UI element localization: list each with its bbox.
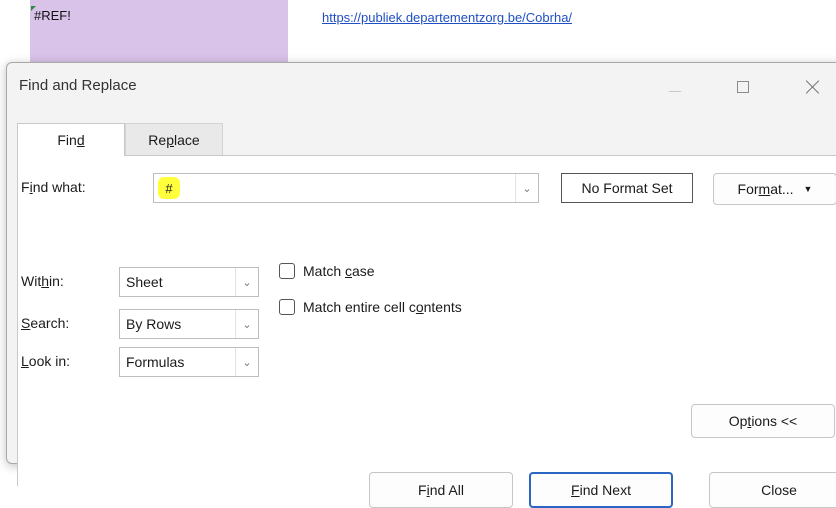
- within-select[interactable]: Sheet ⌄: [119, 267, 259, 297]
- search-value: By Rows: [126, 316, 182, 332]
- find-all-label: Find All: [418, 482, 464, 498]
- find-what-combobox[interactable]: # ⌄: [153, 173, 539, 203]
- format-preview: No Format Set: [561, 173, 693, 203]
- match-entire-option[interactable]: Match entire cell contents: [279, 299, 462, 315]
- sheet-cell-error-text: #REF!: [31, 6, 71, 23]
- chevron-down-icon[interactable]: ⌄: [235, 268, 258, 296]
- close-button[interactable]: Close: [709, 472, 836, 508]
- within-label: Within:: [21, 273, 64, 289]
- format-button-label: Format...: [737, 181, 794, 197]
- within-value: Sheet: [126, 274, 163, 290]
- match-case-option[interactable]: Match case: [279, 263, 375, 279]
- tab-replace-label: Replace: [148, 132, 200, 148]
- sheet-hyperlink[interactable]: https://publiek.departementzorg.be/Cobrh…: [322, 10, 572, 25]
- look-in-label: Look in:: [21, 353, 71, 369]
- options-button-label: Options <<: [728, 413, 798, 429]
- find-next-button[interactable]: Find Next: [529, 472, 673, 508]
- options-button[interactable]: Options <<: [691, 404, 835, 438]
- search-label: Search:: [21, 315, 70, 331]
- chevron-down-icon[interactable]: ⌄: [515, 174, 538, 202]
- find-what-value[interactable]: #: [158, 177, 180, 199]
- chevron-down-icon[interactable]: ⌄: [235, 310, 258, 338]
- dialog-titlebar[interactable]: Find and Replace: [7, 63, 836, 109]
- format-button[interactable]: Format... ▼: [713, 173, 836, 205]
- caret-down-icon[interactable]: ▼: [804, 184, 813, 194]
- match-entire-checkbox[interactable]: [279, 299, 295, 315]
- find-replace-dialog: Find and Replace Find Replace Find what:…: [6, 62, 836, 508]
- tab-replace[interactable]: Replace: [125, 123, 223, 156]
- minimize-icon: [669, 91, 681, 92]
- close-icon[interactable]: [801, 73, 825, 101]
- find-all-button[interactable]: Find All: [369, 472, 513, 508]
- tab-find[interactable]: Find: [17, 123, 125, 156]
- look-in-select[interactable]: Formulas ⌄: [119, 347, 259, 377]
- match-case-checkbox[interactable]: [279, 263, 295, 279]
- dialog-title: Find and Replace: [19, 77, 137, 94]
- search-select[interactable]: By Rows ⌄: [119, 309, 259, 339]
- tab-find-label: Find: [57, 132, 85, 148]
- find-what-label: Find what:: [21, 179, 86, 195]
- chevron-down-icon[interactable]: ⌄: [235, 348, 258, 376]
- find-next-label: Find Next: [571, 482, 631, 498]
- look-in-value: Formulas: [126, 354, 185, 370]
- match-entire-label: Match entire cell contents: [303, 299, 462, 315]
- maximize-icon[interactable]: [737, 81, 749, 93]
- match-case-label: Match case: [303, 263, 375, 279]
